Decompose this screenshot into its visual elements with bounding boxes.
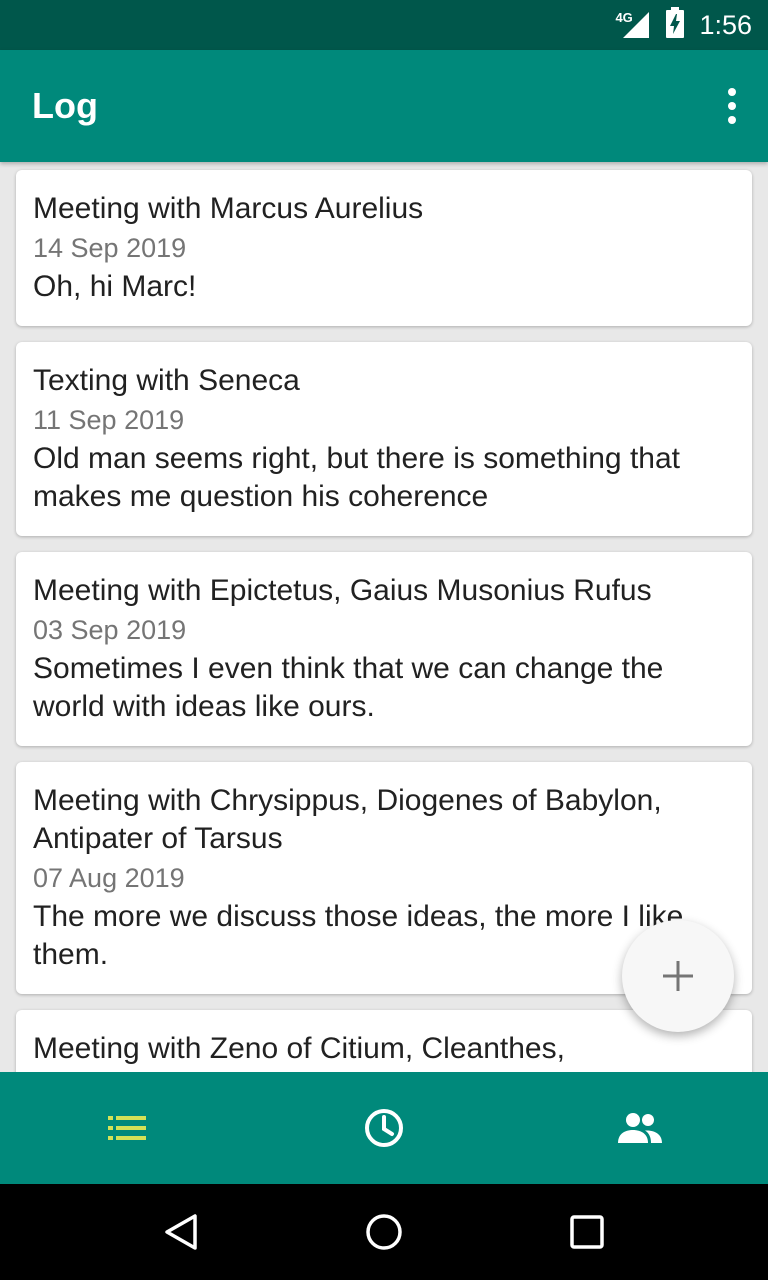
status-bar: 4G 1:56 [0,0,768,50]
entry-note: Oh, hi Marc! [33,270,197,303]
network-type: 4G [615,10,633,25]
plus-icon [663,961,693,991]
entry-title: Meeting with Epictetus, Gaius Musonius R… [33,574,652,607]
battery-charging-icon [665,6,685,44]
recents-icon[interactable] [567,1212,607,1252]
signal-icon: 4G [615,10,651,40]
entry-note: Old man seems right, but there is someth… [33,442,680,513]
entry-title: Meeting with Chrysippus, Diogenes of Bab… [33,784,662,855]
list-icon [108,1116,146,1140]
system-navigation-bar [0,1184,768,1280]
log-entry-card[interactable]: Meeting with Marcus Aurelius 14 Sep 2019… [16,170,752,326]
log-entry-card[interactable]: Texting with Seneca 11 Sep 2019 Old man … [16,342,752,536]
entry-date: 03 Sep 2019 [33,615,187,645]
entry-date: 14 Sep 2019 [33,233,187,263]
entry-title: Meeting with Zeno of Citium, Cleanthes, [33,1032,565,1065]
app-bar: Log [0,50,768,162]
entry-date: 07 Aug 2019 [33,863,185,893]
bottom-navigation [0,1072,768,1184]
nav-history[interactable] [256,1072,512,1184]
entry-note: Sometimes I even think that we can chang… [33,652,664,723]
nav-people[interactable] [512,1072,768,1184]
entry-title: Meeting with Marcus Aurelius [33,192,424,225]
overflow-menu-icon[interactable] [724,88,740,124]
log-entry-card[interactable]: Meeting with Epictetus, Gaius Musonius R… [16,552,752,746]
page-title: Log [32,85,98,126]
clock-time: 1:56 [699,9,752,40]
entry-date: 11 Sep 2019 [33,405,185,435]
home-icon[interactable] [364,1212,404,1252]
clock-icon [365,1109,403,1147]
add-entry-button[interactable] [622,920,734,1032]
entry-title: Texting with Seneca [33,364,300,397]
people-icon [618,1113,662,1143]
back-icon[interactable] [161,1212,201,1252]
nav-log[interactable] [0,1072,256,1184]
